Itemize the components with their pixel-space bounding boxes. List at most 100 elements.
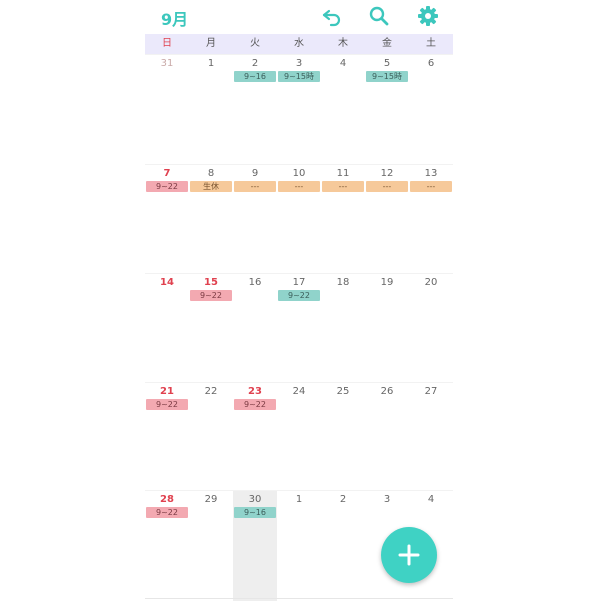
day-cell[interactable]: 26	[365, 383, 409, 493]
day-number: 3	[295, 58, 303, 69]
day-cell[interactable]: 15 9~22	[189, 274, 233, 384]
plus-icon	[398, 544, 420, 566]
undo-icon[interactable]	[320, 4, 344, 28]
day-cell[interactable]: 14	[145, 274, 189, 384]
day-cell[interactable]: 24	[277, 383, 321, 493]
day-number: 4	[427, 494, 435, 505]
settings-icon[interactable]	[416, 4, 440, 28]
day-cell[interactable]: 16	[233, 274, 277, 384]
day-cell[interactable]: 13 ---	[409, 165, 453, 275]
day-cell[interactable]: 1	[277, 491, 321, 601]
day-cell[interactable]: 11 ---	[321, 165, 365, 275]
day-number: 1	[207, 58, 215, 69]
day-cell[interactable]: 5 9~15時	[365, 55, 409, 165]
weekday-label: 木	[338, 38, 348, 49]
top-bar: 9月	[145, 0, 453, 34]
day-cell[interactable]: 2 9~16	[233, 55, 277, 165]
day-cell[interactable]: 21 9~22	[145, 383, 189, 493]
day-cell[interactable]: 10 ---	[277, 165, 321, 275]
event-chip[interactable]: ---	[410, 181, 452, 192]
day-cell[interactable]: 28 9~22	[145, 491, 189, 601]
day-cell[interactable]: 3 9~15時	[277, 55, 321, 165]
week-row: 14 15 9~22 16 17 9~22 18 19 20	[145, 273, 453, 384]
day-number: 12	[380, 168, 394, 179]
day-cell[interactable]: 17 9~22	[277, 274, 321, 384]
weekday-label: 火	[250, 38, 260, 49]
day-number: 13	[424, 168, 438, 179]
day-number: 17	[292, 277, 306, 288]
day-cell[interactable]: 9 ---	[233, 165, 277, 275]
day-number: 2	[339, 494, 347, 505]
day-number: 8	[207, 168, 215, 179]
add-event-button[interactable]	[381, 527, 437, 583]
day-number: 26	[380, 386, 394, 397]
day-number: 6	[427, 58, 435, 69]
calendar-app: 9月 日 月 火 水 木 金 土 31 1 2 9~16 3 9~15時 4 5…	[145, 0, 453, 601]
month-title[interactable]: 9月	[161, 6, 188, 30]
week-row: 21 9~22 22 23 9~22 24 25 26 27	[145, 382, 453, 493]
day-number: 21	[160, 386, 174, 397]
weekday-header: 日 月 火 水 木 金 土	[145, 34, 453, 54]
day-cell[interactable]: 19	[365, 274, 409, 384]
event-chip[interactable]: 9~16	[234, 507, 276, 518]
day-number: 16	[248, 277, 262, 288]
day-number: 5	[383, 58, 391, 69]
day-number: 15	[204, 277, 218, 288]
day-cell[interactable]: 1	[189, 55, 233, 165]
day-number: 2	[251, 58, 259, 69]
day-number: 10	[292, 168, 306, 179]
event-chip[interactable]: 9~16	[234, 71, 276, 82]
day-cell[interactable]: 23 9~22	[233, 383, 277, 493]
event-chip[interactable]: ---	[234, 181, 276, 192]
day-number: 29	[204, 494, 218, 505]
day-number: 25	[336, 386, 350, 397]
day-cell[interactable]: 27	[409, 383, 453, 493]
weekday-label: 水	[294, 38, 304, 49]
day-cell[interactable]: 4	[321, 55, 365, 165]
day-cell[interactable]: 22	[189, 383, 233, 493]
event-chip[interactable]: ---	[278, 181, 320, 192]
day-number: 27	[424, 386, 438, 397]
day-cell[interactable]: 12 ---	[365, 165, 409, 275]
day-cell[interactable]: 29	[189, 491, 233, 601]
day-number: 9	[251, 168, 259, 179]
day-cell[interactable]: 18	[321, 274, 365, 384]
day-cell[interactable]: 2	[321, 491, 365, 601]
day-number: 23	[248, 386, 262, 397]
day-cell[interactable]: 6	[409, 55, 453, 165]
day-number: 19	[380, 277, 394, 288]
day-cell[interactable]: 7 9~22	[145, 165, 189, 275]
event-chip[interactable]: 9~22	[146, 181, 188, 192]
day-number: 3	[383, 494, 391, 505]
day-number: 20	[424, 277, 438, 288]
event-chip[interactable]: ---	[322, 181, 364, 192]
search-icon[interactable]	[367, 4, 391, 28]
day-cell[interactable]: 8 生休	[189, 165, 233, 275]
week-row: 31 1 2 9~16 3 9~15時 4 5 9~15時 6	[145, 54, 453, 165]
event-chip[interactable]: 9~22	[146, 399, 188, 410]
day-number: 28	[160, 494, 174, 505]
event-chip[interactable]: 生休	[190, 181, 232, 192]
day-number: 18	[336, 277, 350, 288]
event-chip[interactable]: 9~22	[234, 399, 276, 410]
day-number: 11	[336, 168, 350, 179]
week-row: 7 9~22 8 生休 9 --- 10 --- 11 --- 12 --- 13 ---	[145, 164, 453, 275]
day-cell-today[interactable]: 30 9~16	[233, 491, 277, 601]
event-chip[interactable]: ---	[366, 181, 408, 192]
event-chip[interactable]: 9~15時	[278, 71, 320, 82]
day-number: 1	[295, 494, 303, 505]
day-number: 14	[160, 277, 174, 288]
event-chip[interactable]: 9~22	[146, 507, 188, 518]
weekday-label: 月	[206, 38, 216, 49]
day-number: 4	[339, 58, 347, 69]
day-number: 22	[204, 386, 218, 397]
day-cell[interactable]: 20	[409, 274, 453, 384]
event-chip[interactable]: 9~22	[190, 290, 232, 301]
weekday-label: 日	[162, 38, 172, 49]
event-chip[interactable]: 9~15時	[366, 71, 408, 82]
weekday-label: 土	[426, 38, 436, 49]
day-cell[interactable]: 31	[145, 55, 189, 165]
event-chip[interactable]: 9~22	[278, 290, 320, 301]
bottom-divider	[145, 598, 453, 599]
day-cell[interactable]: 25	[321, 383, 365, 493]
